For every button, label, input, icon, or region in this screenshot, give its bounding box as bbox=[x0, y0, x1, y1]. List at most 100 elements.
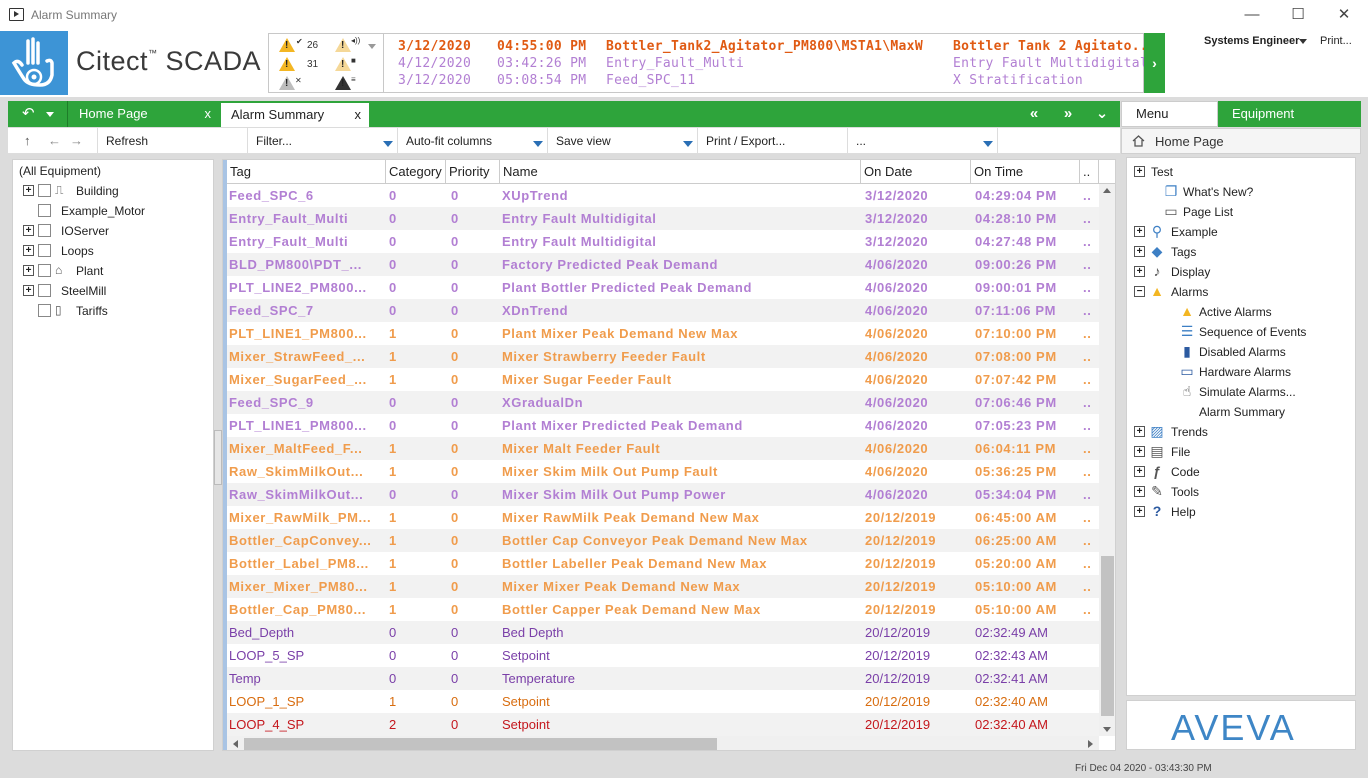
menu-item-tools[interactable]: Tools bbox=[1171, 482, 1199, 502]
menu-item-alarm-summary[interactable]: Alarm Summary bbox=[1199, 402, 1285, 422]
table-row[interactable]: Raw_SkimMilkOut... 0 0 Mixer Skim Milk Out … bbox=[227, 483, 1099, 506]
table-row[interactable]: Bottler_Cap_PM80... 1 0 Bottler Capper Peak… bbox=[227, 598, 1099, 621]
table-row[interactable]: LOOP_1_SP 1 0 Setpoint 20/12/2019 02:32:40 AM bbox=[227, 690, 1099, 713]
panel-splitter[interactable] bbox=[214, 430, 222, 485]
expand-icon[interactable]: + bbox=[1134, 446, 1145, 457]
menu-item-code[interactable]: Code bbox=[1171, 462, 1200, 482]
menu-item-display[interactable]: Display bbox=[1171, 262, 1210, 282]
active-alarm-icon[interactable] bbox=[279, 57, 295, 71]
tree-item-tariffs[interactable]: Tariffs bbox=[76, 301, 108, 321]
menu-item-help[interactable]: Help bbox=[1171, 502, 1196, 522]
table-row[interactable]: Raw_SkimMilkOut... 1 0 Mixer Skim Milk Out … bbox=[227, 460, 1099, 483]
column-header-more[interactable]: .. bbox=[1080, 160, 1099, 184]
tree-item-plant[interactable]: Plant bbox=[76, 261, 103, 281]
expand-icon[interactable]: + bbox=[1134, 506, 1145, 517]
expand-icon[interactable]: + bbox=[23, 285, 34, 296]
menu-item-disabled-alarms[interactable]: Disabled Alarms bbox=[1199, 342, 1286, 362]
menu-item-simulate-alarms[interactable]: Simulate Alarms... bbox=[1199, 382, 1296, 402]
menu-item-sequence-of-events[interactable]: Sequence of Events bbox=[1199, 322, 1306, 342]
cleared-alarm-icon[interactable] bbox=[279, 76, 295, 90]
tree-checkbox[interactable] bbox=[38, 304, 51, 317]
table-row[interactable]: Mixer_RawMilk_PM... 1 0 Mixer RawMilk Peak … bbox=[227, 506, 1099, 529]
expand-icon[interactable]: + bbox=[23, 265, 34, 276]
arrow-back-icon[interactable]: ← bbox=[48, 133, 61, 148]
scroll-up-icon[interactable] bbox=[1103, 188, 1111, 193]
menu-item-test[interactable]: Test bbox=[1151, 162, 1173, 182]
arrow-up-icon[interactable]: ↑ bbox=[24, 133, 31, 148]
tree-checkbox[interactable] bbox=[38, 184, 51, 197]
maximize-button[interactable]: ☐ bbox=[1275, 4, 1321, 26]
table-row[interactable]: Bed_Depth 0 0 Bed Depth 20/12/2019 02:32:49 A… bbox=[227, 621, 1099, 644]
table-row[interactable]: Temp 0 0 Temperature 20/12/2019 02:32:41 AM bbox=[227, 667, 1099, 690]
scroll-thumb[interactable] bbox=[1101, 556, 1114, 716]
tree-checkbox[interactable] bbox=[38, 264, 51, 277]
tab-list-icon[interactable]: ⌄ bbox=[1087, 101, 1117, 127]
vertical-scrollbar[interactable] bbox=[1099, 184, 1115, 736]
table-row[interactable]: Feed_SPC_6 0 0 XUpTrend 3/12/2020 04:29:04 PM… bbox=[227, 184, 1099, 207]
menu-item-page-list[interactable]: Page List bbox=[1183, 202, 1233, 222]
menu-item-hardware-alarms[interactable]: Hardware Alarms bbox=[1199, 362, 1291, 382]
refresh-button[interactable]: Refresh bbox=[97, 128, 247, 154]
close-icon[interactable]: x bbox=[205, 101, 212, 127]
scroll-tabs-left-icon[interactable]: « bbox=[1019, 101, 1049, 127]
tab-menu[interactable]: Menu bbox=[1121, 101, 1218, 127]
tree-item-loops[interactable]: Loops bbox=[61, 241, 94, 261]
scroll-thumb[interactable] bbox=[244, 738, 717, 750]
arrow-forward-icon[interactable]: → bbox=[70, 133, 83, 148]
scroll-left-icon[interactable] bbox=[233, 740, 238, 748]
tab-home-page[interactable]: Home Page x bbox=[69, 101, 219, 127]
tab-equipment[interactable]: Equipment bbox=[1218, 101, 1361, 127]
minimize-button[interactable]: — bbox=[1229, 4, 1275, 26]
tree-checkbox[interactable] bbox=[38, 244, 51, 257]
table-row[interactable]: PLT_LINE1_PM800... 1 0 Plant Mixer Peak Dem… bbox=[227, 322, 1099, 345]
expand-icon[interactable]: + bbox=[1134, 466, 1145, 477]
menu-item-alarms[interactable]: Alarms bbox=[1171, 282, 1208, 302]
scroll-down-icon[interactable] bbox=[1103, 727, 1111, 732]
tree-item-steelmill[interactable]: SteelMill bbox=[61, 281, 106, 301]
table-row[interactable]: LOOP_4_SP 2 0 Setpoint 20/12/2019 02:32:40 AM bbox=[227, 713, 1099, 736]
alarm-dropdown-icon[interactable] bbox=[368, 44, 376, 49]
table-row[interactable]: Mixer_MaltFeed_F... 1 0 Mixer Malt Feeder F… bbox=[227, 437, 1099, 460]
column-header-on-time[interactable]: On Time bbox=[971, 160, 1080, 184]
tree-item-ioserver[interactable]: IOServer bbox=[61, 221, 109, 241]
expand-icon[interactable]: + bbox=[1134, 426, 1145, 437]
column-header-priority[interactable]: Priority bbox=[446, 160, 500, 184]
table-row[interactable]: Feed_SPC_7 0 0 XDnTrend 4/06/2020 07:11:06 PM… bbox=[227, 299, 1099, 322]
alarm-ticker[interactable]: 3/12/2020 04:55:00 PM Bottler_Tank2_Agit… bbox=[384, 33, 1156, 93]
menu-item-what-s-new[interactable]: What's New? bbox=[1183, 182, 1253, 202]
print-export-button[interactable]: Print / Export... bbox=[697, 128, 847, 154]
column-header-category[interactable]: Category bbox=[386, 160, 446, 184]
menu-item-example[interactable]: Example bbox=[1171, 222, 1218, 242]
table-row[interactable]: Entry_Fault_Multi 0 0 Entry Fault Multidigi… bbox=[227, 230, 1099, 253]
scroll-right-icon[interactable] bbox=[1088, 740, 1093, 748]
table-row[interactable]: Bottler_CapConvey... 1 0 Bottler Cap Convey… bbox=[227, 529, 1099, 552]
autofit-columns-dropdown[interactable]: Auto-fit columns bbox=[397, 128, 547, 154]
table-row[interactable]: Entry_Fault_Multi 0 0 Entry Fault Multidigi… bbox=[227, 207, 1099, 230]
user-menu[interactable]: Systems Engineer bbox=[1204, 35, 1299, 47]
tree-item-building[interactable]: Building bbox=[76, 181, 119, 201]
tree-checkbox[interactable] bbox=[38, 204, 51, 217]
column-header-on-date[interactable]: On Date bbox=[861, 160, 971, 184]
table-row[interactable]: Mixer_StrawFeed_... 1 0 Mixer Strawberry Fe… bbox=[227, 345, 1099, 368]
table-row[interactable]: BLD_PM800\PDT_... 0 0 Factory Predicted Pea… bbox=[227, 253, 1099, 276]
menu-home-page[interactable]: Home Page bbox=[1121, 128, 1361, 154]
expand-icon[interactable]: + bbox=[1134, 226, 1145, 237]
horizontal-scrollbar[interactable] bbox=[227, 736, 1099, 750]
table-row[interactable]: Feed_SPC_9 0 0 XGradualDn 4/06/2020 07:06:46 … bbox=[227, 391, 1099, 414]
expand-icon[interactable]: + bbox=[1134, 486, 1145, 497]
ticker-expand-button[interactable]: › bbox=[1144, 33, 1165, 93]
close-button[interactable]: ✕ bbox=[1321, 4, 1367, 26]
expand-icon[interactable]: + bbox=[23, 245, 34, 256]
tree-root[interactable]: (All Equipment) bbox=[19, 161, 101, 181]
expand-icon[interactable]: + bbox=[1134, 266, 1145, 277]
menu-item-active-alarms[interactable]: Active Alarms bbox=[1199, 302, 1272, 322]
column-header-name[interactable]: Name bbox=[500, 160, 861, 184]
table-row[interactable]: Bottler_Label_PM8... 1 0 Bottler Labeller P… bbox=[227, 552, 1099, 575]
scroll-tabs-right-icon[interactable]: » bbox=[1053, 101, 1083, 127]
tree-checkbox[interactable] bbox=[38, 224, 51, 237]
close-icon[interactable]: x bbox=[355, 103, 362, 127]
alarm-count-panel[interactable]: ✔ 26 ◂)) 31 ■ ✕ ≡ bbox=[268, 33, 384, 93]
tree-item-example-motor[interactable]: Example_Motor bbox=[61, 201, 145, 221]
menu-item-trends[interactable]: Trends bbox=[1171, 422, 1208, 442]
table-row[interactable]: PLT_LINE2_PM800... 0 0 Plant Bottler Predic… bbox=[227, 276, 1099, 299]
